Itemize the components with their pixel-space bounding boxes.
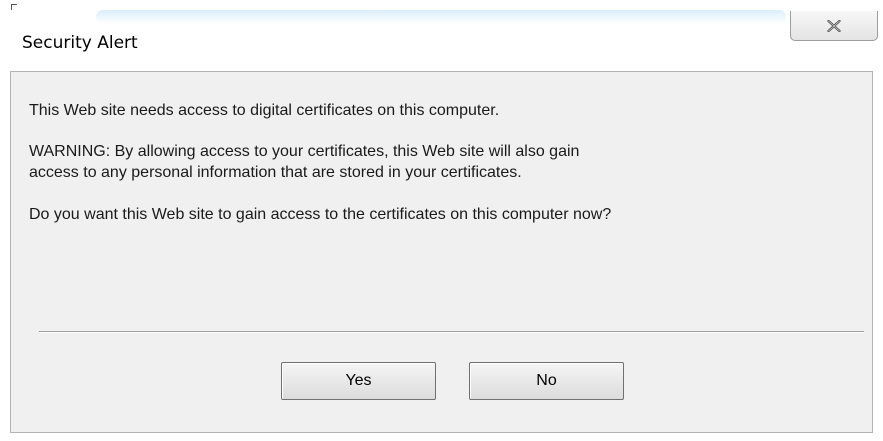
close-button[interactable] bbox=[790, 11, 878, 41]
message-warning-line-2: access to any personal information that … bbox=[29, 164, 522, 181]
message-question: Do you want this Web site to gain access… bbox=[29, 206, 612, 223]
button-divider bbox=[39, 331, 864, 333]
message-warning-line-1: WARNING: By allowing access to your cert… bbox=[29, 143, 580, 160]
dialog-body: This Web site needs access to digital ce… bbox=[10, 71, 873, 433]
window-corner-mark bbox=[11, 4, 17, 10]
message-certificate-access: This Web site needs access to digital ce… bbox=[29, 102, 500, 119]
no-button[interactable]: No bbox=[469, 362, 624, 400]
yes-button[interactable]: Yes bbox=[281, 362, 436, 400]
title-bar-glow bbox=[96, 10, 786, 24]
security-alert-dialog: Security Alert This Web site needs acces… bbox=[0, 0, 883, 441]
no-button-label: No bbox=[536, 372, 557, 389]
close-icon bbox=[827, 19, 841, 32]
yes-button-label: Yes bbox=[345, 372, 372, 389]
dialog-title: Security Alert bbox=[22, 33, 138, 53]
